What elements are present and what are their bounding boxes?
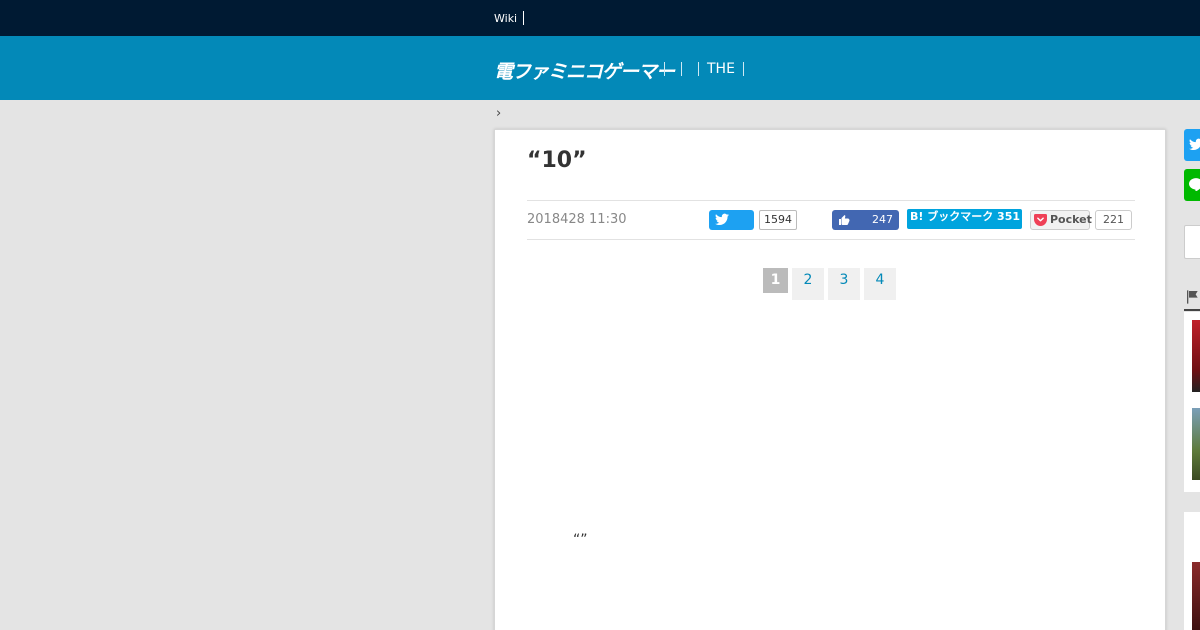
top-bar: Wiki (0, 0, 1200, 36)
nav-divider (681, 62, 682, 76)
logo-text: 電ファミニコゲーマー (494, 60, 675, 83)
page-link-3[interactable]: 3 (828, 268, 860, 300)
side-article-thumbnail[interactable] (1192, 408, 1200, 480)
line-chat-icon (1189, 178, 1200, 191)
site-header: 電ファミニコゲーマー THE (0, 36, 1200, 100)
site-logo[interactable]: 電ファミニコゲーマー (494, 56, 675, 84)
twitter-bird-icon (715, 213, 729, 226)
pocket-button[interactable]: Pocket (1030, 210, 1092, 230)
page-current: 1 (763, 268, 788, 293)
side-line-button[interactable] (1184, 169, 1200, 201)
article-quote: “” (573, 532, 588, 548)
side-article-thumbnail[interactable] (1192, 320, 1200, 392)
article-title: “10” (527, 148, 587, 173)
side-ranking-heading (1184, 283, 1200, 311)
twitter-share-count: 1594 (759, 210, 797, 230)
twitter-share-button[interactable] (709, 210, 754, 230)
nav-divider (698, 62, 699, 76)
pocket-label: Pocket (1050, 213, 1092, 226)
divider (523, 11, 525, 25)
side-twitter-button[interactable] (1184, 129, 1200, 161)
article-meta-row: 2018428 11:30 1594 247 B! ブックマーク 351 Poc… (527, 200, 1135, 240)
page-link-4[interactable]: 4 (864, 268, 896, 300)
top-bar-links: Wiki (494, 0, 525, 36)
pagination: 1 2 3 4 (763, 268, 900, 300)
pocket-icon (1034, 214, 1047, 226)
article-card: “10” 2018428 11:30 1594 247 B! ブックマーク 35… (494, 129, 1166, 630)
hatena-bookmark-button[interactable]: B! ブックマーク 351 (907, 209, 1022, 229)
page-link-2[interactable]: 2 (792, 268, 824, 300)
facebook-like-button[interactable]: 247 (832, 210, 899, 230)
nav-divider (742, 62, 744, 76)
twitter-bird-icon (1189, 138, 1200, 151)
flag-icon (1187, 290, 1198, 304)
nav-divider (664, 62, 665, 76)
side-search-input[interactable] (1184, 225, 1200, 259)
wiki-link[interactable]: Wiki (494, 12, 517, 25)
main-nav: THE (656, 58, 752, 80)
side-article-thumbnail[interactable] (1192, 562, 1200, 630)
pocket-count: 221 (1095, 210, 1132, 230)
nav-item-the[interactable]: THE (707, 61, 735, 77)
publish-date: 2018428 11:30 (527, 212, 627, 227)
thumbs-up-icon (839, 215, 850, 225)
breadcrumb: › (496, 106, 502, 121)
facebook-like-count: 247 (872, 213, 893, 226)
hatena-bookmark-label: B! ブックマーク 351 (910, 210, 1021, 223)
